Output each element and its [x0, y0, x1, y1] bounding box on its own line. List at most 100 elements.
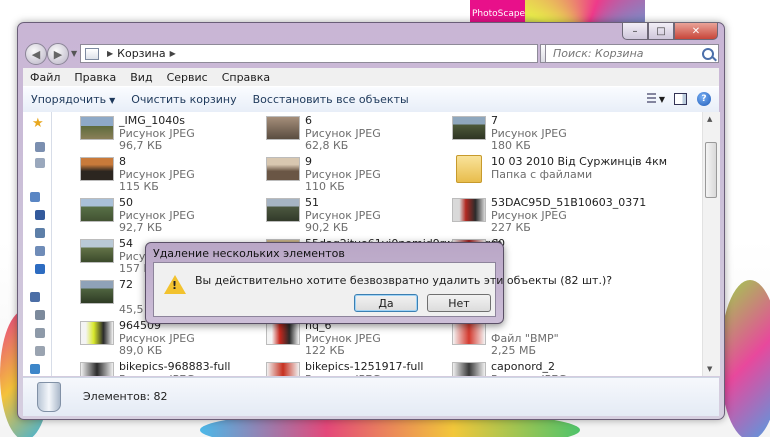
- scrollbar-thumb[interactable]: [705, 142, 717, 198]
- file-name: 8: [119, 155, 126, 168]
- image-thumbnail: [80, 239, 114, 263]
- file-type: Папка с файлами: [491, 168, 593, 181]
- nav-library-icon[interactable]: [35, 228, 45, 238]
- drive-icon[interactable]: [35, 328, 45, 338]
- breadcrumb-chevron-icon[interactable]: ▶: [170, 49, 176, 58]
- file-name: caponord_2: [491, 360, 556, 373]
- address-bar[interactable]: ▶ Корзина ▶ ↻: [80, 44, 561, 63]
- nav-library-icon[interactable]: [35, 264, 45, 274]
- yes-button[interactable]: Да: [354, 294, 418, 312]
- warning-exclamation-icon: !: [172, 279, 178, 292]
- minimize-button[interactable]: –: [622, 22, 648, 40]
- file-name: bikepics-1251917-full: [305, 360, 424, 373]
- recent-pages-dropdown[interactable]: ▼: [71, 49, 77, 58]
- file-name: 7: [491, 114, 498, 127]
- image-thumbnail: [80, 321, 114, 345]
- file-name: 72: [119, 278, 133, 291]
- file-name: 50: [119, 196, 133, 209]
- minimize-icon: –: [632, 25, 638, 37]
- list-item[interactable]: 9 Рисунок JPEG 110 КБ: [266, 153, 456, 193]
- back-button[interactable]: ◀: [25, 43, 47, 65]
- window-caption-buttons: – □ ✕: [622, 22, 718, 40]
- scroll-down-icon[interactable]: ▼: [707, 365, 712, 373]
- list-item[interactable]: 8 Рисунок JPEG 115 КБ: [80, 153, 270, 193]
- nav-library-icon[interactable]: [35, 246, 45, 256]
- help-icon: ?: [697, 92, 711, 106]
- maximize-button[interactable]: □: [648, 22, 674, 40]
- drive-icon[interactable]: [35, 346, 45, 356]
- image-thumbnail: [266, 321, 300, 345]
- image-thumbnail: [266, 157, 300, 181]
- image-thumbnail: [266, 116, 300, 140]
- image-thumbnail: [80, 157, 114, 181]
- image-thumbnail: [452, 321, 486, 345]
- file-name: 53DAC95D_51B10603_0371: [491, 196, 647, 209]
- view-controls: ▼ ?: [647, 90, 713, 108]
- breadcrumb-recycle-bin[interactable]: Корзина: [117, 47, 165, 60]
- list-item[interactable]: 51 Рисунок JPEG 90,2 КБ: [266, 194, 456, 234]
- file-size: 89,0 КБ: [119, 344, 163, 357]
- list-item[interactable]: bikepics-1251917-full Рисунок JPEG: [266, 358, 456, 376]
- recycle-bin-icon: [37, 382, 61, 412]
- empty-recycle-bin-button[interactable]: Очистить корзину: [123, 93, 244, 106]
- desktop-decoration: [720, 280, 770, 437]
- change-view-button[interactable]: ▼: [647, 90, 665, 108]
- file-size: 180 КБ: [491, 139, 531, 152]
- menu-file[interactable]: Файл: [23, 71, 67, 84]
- nav-folder-icon[interactable]: [35, 142, 45, 152]
- favorites-star-icon[interactable]: ★: [32, 116, 44, 131]
- photoscape-label: PhotoScape: [472, 9, 526, 19]
- vertical-scrollbar[interactable]: ▲ ▼: [702, 112, 720, 376]
- list-item[interactable]: _IMG_1040s Рисунок JPEG 96,7 КБ: [80, 112, 270, 152]
- no-button[interactable]: Нет: [427, 294, 491, 312]
- scroll-up-icon[interactable]: ▲: [707, 115, 712, 123]
- file-type: Рисунок JPEG: [119, 373, 195, 376]
- file-size: 2,25 МБ: [491, 344, 537, 357]
- navigation-row: ◀ ▶ ▼ ▶ Корзина ▶ ↻: [23, 42, 719, 66]
- network-icon[interactable]: [30, 364, 40, 374]
- menu-bar: Файл Правка Вид Сервис Справка: [23, 68, 719, 86]
- forward-button[interactable]: ▶: [47, 43, 69, 65]
- list-item[interactable]: 50 Рисунок JPEG 92,7 КБ: [80, 194, 270, 234]
- close-button[interactable]: ✕: [674, 22, 718, 40]
- search-input[interactable]: [551, 46, 695, 61]
- libraries-icon[interactable]: [30, 192, 40, 202]
- list-item[interactable]: 6 Рисунок JPEG 62,8 КБ: [266, 112, 456, 152]
- image-thumbnail: [80, 362, 114, 376]
- organize-label: Упорядочить: [31, 93, 107, 106]
- list-item[interactable]: 53DAC95D_51B10603_0371 Рисунок JPEG 227 …: [452, 194, 646, 234]
- item-count: Элементов: 82: [83, 390, 168, 403]
- file-size: 92,7 КБ: [119, 221, 163, 234]
- file-size: 115 КБ: [119, 180, 159, 193]
- list-item[interactable]: 7 Рисунок JPEG 180 КБ: [452, 112, 642, 152]
- organize-button[interactable]: Упорядочить ▼: [23, 93, 123, 106]
- list-item[interactable]: bikepics-968883-full Рисунок JPEG: [80, 358, 270, 376]
- nav-folder-icon[interactable]: [35, 158, 45, 168]
- dialog-body: ! Вы действительно хотите безвозвратно у…: [153, 262, 612, 317]
- search-box[interactable]: [545, 44, 719, 63]
- file-size: 90,2 КБ: [305, 221, 349, 234]
- search-icon[interactable]: [702, 48, 714, 60]
- photoscape-desktop-icon[interactable]: PhotoScape: [470, 0, 530, 22]
- help-button[interactable]: ?: [695, 90, 713, 108]
- image-thumbnail: [80, 198, 114, 222]
- restore-all-items-button[interactable]: Восстановить все объекты: [245, 93, 417, 106]
- delete-confirmation-dialog: Удаление нескольких элементов ! Вы дейст…: [145, 242, 612, 324]
- chevron-down-icon: ▼: [658, 94, 665, 104]
- image-thumbnail: [266, 362, 300, 376]
- computer-icon[interactable]: [30, 292, 40, 302]
- menu-help[interactable]: Справка: [215, 71, 277, 84]
- menu-tools[interactable]: Сервис: [160, 71, 215, 84]
- drive-icon[interactable]: [35, 310, 45, 320]
- preview-pane-button[interactable]: [671, 90, 689, 108]
- file-name: 9: [305, 155, 312, 168]
- image-thumbnail: [452, 362, 486, 376]
- image-thumbnail: [80, 280, 114, 304]
- nav-library-icon[interactable]: [35, 210, 45, 220]
- list-item[interactable]: 10 03 2010 Від Суржинців 4км Папка с фай…: [452, 153, 667, 189]
- breadcrumb-chevron-icon[interactable]: ▶: [107, 49, 113, 58]
- menu-edit[interactable]: Правка: [67, 71, 123, 84]
- file-name: bikepics-968883-full: [119, 360, 231, 373]
- list-item[interactable]: caponord_2 Рисунок JPEG: [452, 358, 642, 376]
- menu-view[interactable]: Вид: [123, 71, 159, 84]
